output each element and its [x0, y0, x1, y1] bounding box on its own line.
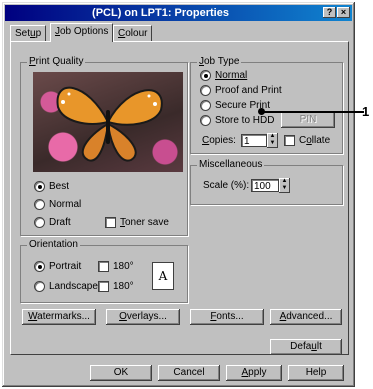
job-store-to-hdd-radio[interactable]: Store to HDD — [200, 115, 274, 126]
miscellaneous-legend: Miscellaneous — [197, 159, 265, 170]
quality-best-radio[interactable]: Best — [34, 181, 69, 192]
radio-indicator — [34, 281, 45, 292]
scale-input[interactable]: 100 — [251, 179, 279, 192]
job-type-legend: Job Type — [197, 56, 242, 67]
quality-normal-radio[interactable]: Normal — [34, 199, 81, 210]
apply-button[interactable]: Apply — [226, 365, 282, 381]
landscape-rotate-checkbox[interactable]: 180° — [98, 281, 134, 292]
tab-setup[interactable]: Setup — [10, 25, 47, 41]
job-normal-radio[interactable]: Normal — [200, 70, 247, 81]
collate-checkbox[interactable]: Collate — [284, 135, 330, 146]
portrait-rotate-checkbox[interactable]: 180° — [98, 261, 134, 272]
scale-label: Scale (%): — [203, 180, 250, 191]
title-bar: (PCL) on LPT1: Properties ? × — [5, 5, 352, 21]
properties-dialog: (PCL) on LPT1: Properties ? × Setup Job … — [2, 2, 355, 387]
spin-down-icon[interactable]: ▼ — [270, 140, 276, 146]
radio-indicator — [34, 217, 45, 228]
copies-spinner[interactable]: ▲ ▼ — [267, 133, 278, 148]
radio-indicator — [200, 100, 211, 111]
pin-button[interactable]: PIN — [281, 112, 335, 128]
checkbox-indicator — [98, 281, 109, 292]
close-button[interactable]: × — [337, 7, 350, 18]
callout-line — [262, 111, 364, 113]
spin-up-icon[interactable]: ▲ — [282, 178, 288, 184]
checkbox-indicator — [105, 217, 116, 228]
portrait-radio[interactable]: Portrait — [34, 261, 81, 272]
print-quality-legend: Print Quality — [27, 56, 86, 67]
checkbox-indicator — [98, 261, 109, 272]
spin-up-icon[interactable]: ▲ — [270, 133, 276, 139]
spin-down-icon[interactable]: ▼ — [282, 185, 288, 191]
copies-input[interactable]: 1 — [241, 134, 267, 147]
radio-indicator — [34, 181, 45, 192]
radio-indicator — [34, 261, 45, 272]
radio-indicator — [34, 199, 45, 210]
landscape-radio[interactable]: Landscape — [34, 281, 98, 292]
radio-indicator — [200, 85, 211, 96]
ok-button[interactable]: OK — [90, 365, 152, 381]
help-button[interactable]: Help — [288, 365, 344, 381]
butterfly-graphic — [56, 86, 163, 162]
orientation-page-icon: A — [152, 262, 174, 290]
cancel-button[interactable]: Cancel — [158, 365, 220, 381]
overlays-button[interactable]: Overlays... — [106, 309, 180, 325]
fonts-button[interactable]: Fonts... — [190, 309, 264, 325]
job-proof-and-print-radio[interactable]: Proof and Print — [200, 85, 282, 96]
radio-indicator — [200, 70, 211, 81]
window-title: (PCL) on LPT1: Properties — [92, 7, 229, 19]
copies-label: Copies: — [202, 135, 236, 146]
tab-job-options[interactable]: Job Options — [50, 23, 114, 42]
advanced-button[interactable]: Advanced... — [270, 309, 342, 325]
callout-number: 1 — [362, 104, 370, 119]
quality-draft-radio[interactable]: Draft — [34, 217, 71, 228]
help-title-button[interactable]: ? — [323, 7, 336, 18]
butterfly-preview-image — [33, 72, 183, 172]
scale-spinner[interactable]: ▲ ▼ — [279, 178, 290, 193]
default-button[interactable]: Default — [270, 339, 342, 355]
watermarks-button[interactable]: Watermarks... — [22, 309, 96, 325]
radio-indicator — [200, 115, 211, 126]
toner-save-checkbox[interactable]: Toner save — [105, 217, 169, 228]
tab-colour[interactable]: Colour — [113, 25, 153, 41]
checkbox-indicator — [284, 135, 295, 146]
orientation-legend: Orientation — [27, 239, 80, 250]
